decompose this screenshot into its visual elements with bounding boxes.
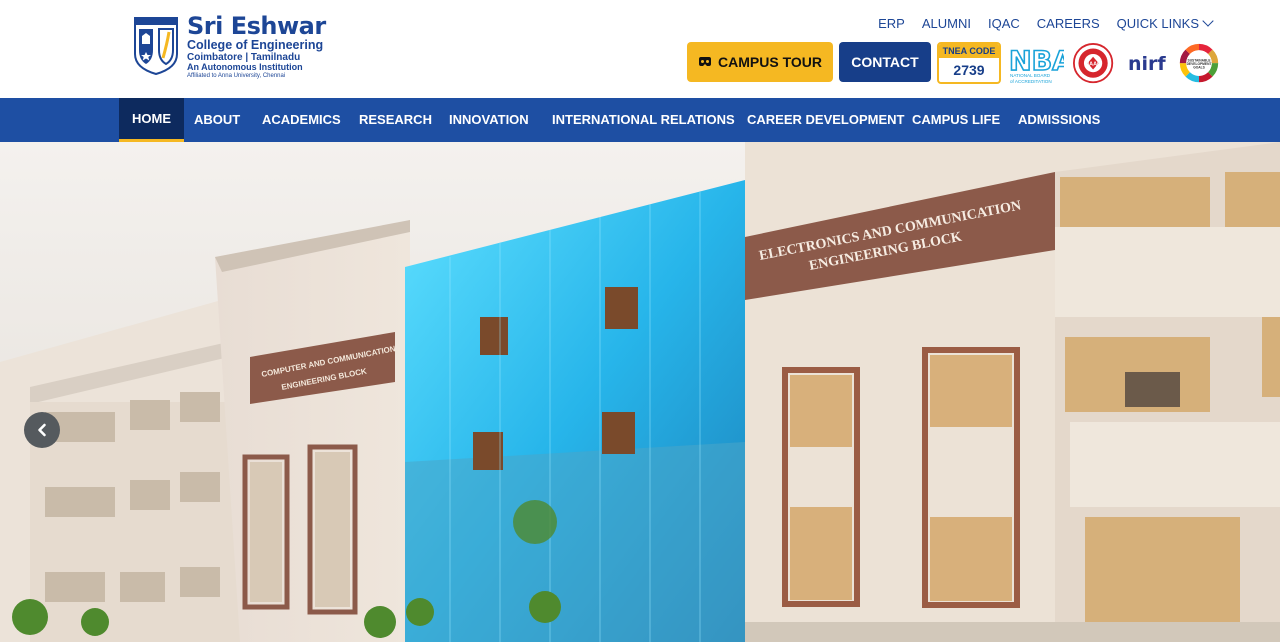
slider-prev-button[interactable] <box>24 412 60 448</box>
college-logo[interactable]: Sri Eshwar College of Engineering Coimba… <box>133 14 326 79</box>
naac-logo-text: NAAC <box>1085 61 1101 67</box>
svg-text:NATIONAL BOARD: NATIONAL BOARD <box>1010 73 1051 78</box>
top-link-alumni[interactable]: ALUMNI <box>922 16 971 31</box>
top-links: ERP ALUMNI IQAC CAREERS QUICK LINKS <box>878 15 1214 31</box>
campus-building-photo: COMPUTER AND COMMUNICATION ENGINEERING B… <box>0 142 1280 642</box>
nav-admissions[interactable]: ADMISSIONS <box>1018 98 1100 142</box>
brand-line2: Coimbatore | Tamilnadu <box>187 51 301 63</box>
brand-line1: College of Engineering <box>187 38 324 52</box>
nav-academics[interactable]: ACADEMICS <box>262 98 341 142</box>
tnea-code-badge: TNEA CODE 2739 <box>937 42 1001 84</box>
contact-button[interactable]: CONTACT <box>839 42 931 82</box>
chevron-down-icon <box>1202 15 1214 27</box>
sdg-wheel-logo[interactable]: SUSTAINABLE DEVELOPMENT GOALS <box>1176 43 1222 85</box>
top-link-erp[interactable]: ERP <box>878 16 905 31</box>
nav-campus-life[interactable]: CAMPUS LIFE <box>912 98 1000 142</box>
nirf-logo[interactable]: nirf <box>1126 43 1170 85</box>
svg-text:of ACCREDITATION: of ACCREDITATION <box>1010 79 1052 84</box>
campus-tour-label: CAMPUS TOUR <box>718 54 822 70</box>
nba-logo[interactable]: NBA NATIONAL BOARD of ACCREDITATION <box>1008 43 1064 85</box>
nirf-logo-text: nirf <box>1128 53 1166 75</box>
quick-links-dropdown[interactable]: QUICK LINKS <box>1116 15 1214 31</box>
tnea-code: 2739 <box>953 62 985 78</box>
nav-research[interactable]: RESEARCH <box>359 98 432 142</box>
brand-line4: Affiliated to Anna University, Chennai <box>187 72 286 79</box>
nav-international-relations[interactable]: INTERNATIONAL RELATIONS <box>552 98 735 142</box>
quick-links-label: QUICK LINKS <box>1116 16 1199 31</box>
contact-label: CONTACT <box>851 54 919 70</box>
campus-tour-button[interactable]: CAMPUS TOUR <box>687 42 833 82</box>
main-nav: HOME ABOUT ACADEMICS RESEARCH INNOVATION… <box>0 98 1280 142</box>
top-link-iqac[interactable]: IQAC <box>988 16 1020 31</box>
nav-about[interactable]: ABOUT <box>194 98 240 142</box>
brand-line3: An Autonomous Institution <box>187 61 303 72</box>
site-header: Sri Eshwar College of Engineering Coimba… <box>0 0 1280 98</box>
nav-innovation[interactable]: INNOVATION <box>449 98 529 142</box>
vr-headset-icon <box>699 57 712 66</box>
chevron-left-icon <box>38 423 46 437</box>
hero-slider: COMPUTER AND COMMUNICATION ENGINEERING B… <box>0 142 1280 642</box>
tnea-label: TNEA CODE <box>939 44 999 58</box>
nav-career-development[interactable]: CAREER DEVELOPMENT <box>747 98 904 142</box>
shield-icon <box>134 17 178 76</box>
svg-text:GOALS: GOALS <box>1193 66 1205 70</box>
naac-logo[interactable]: NAAC <box>1071 43 1117 85</box>
nav-home[interactable]: HOME <box>119 98 184 142</box>
brand-name: Sri Eshwar <box>187 12 326 40</box>
top-link-careers[interactable]: CAREERS <box>1037 16 1100 31</box>
